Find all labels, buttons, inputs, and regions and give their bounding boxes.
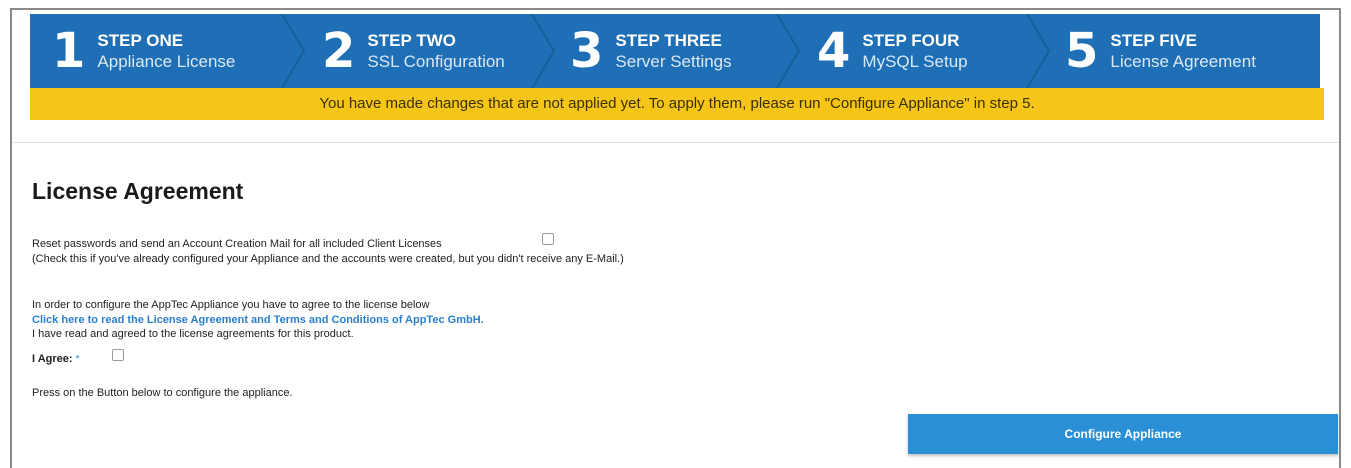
- step-subtitle: License Agreement: [1110, 51, 1256, 71]
- step-separator: [531, 14, 556, 88]
- step-number: 3: [570, 23, 604, 79]
- app-frame: 1 STEP ONE Appliance License 2 STEP TWO …: [10, 8, 1341, 468]
- wizard-steps-bar: 1 STEP ONE Appliance License 2 STEP TWO …: [30, 14, 1320, 88]
- press-button-text: Press on the Button below to configure t…: [32, 387, 293, 399]
- required-marker: *: [75, 354, 80, 365]
- wizard-step-3[interactable]: 3 STEP THREE Server Settings: [570, 14, 732, 88]
- step-title: STEP TWO: [367, 30, 456, 50]
- step-subtitle: SSL Configuration: [367, 51, 505, 71]
- license-intro-text: In order to configure the AppTec Applian…: [32, 299, 430, 311]
- agreed-text: I have read and agreed to the license ag…: [32, 328, 354, 340]
- step-number: 1: [52, 23, 86, 79]
- license-agreement-link[interactable]: Click here to read the License Agreement…: [32, 314, 484, 327]
- divider: [12, 142, 1339, 143]
- wizard-step-5[interactable]: 5 STEP FIVE License Agreement: [1065, 14, 1256, 88]
- step-title: STEP FIVE: [1110, 30, 1198, 50]
- step-number: 4: [817, 23, 851, 79]
- wizard-step-1[interactable]: 1 STEP ONE Appliance License: [52, 14, 235, 88]
- reset-passwords-label: Reset passwords and send an Account Crea…: [32, 238, 442, 250]
- wizard-step-2[interactable]: 2 STEP TWO SSL Configuration: [322, 14, 505, 88]
- reset-passwords-checkbox[interactable]: [542, 233, 554, 245]
- agree-label-text: I Agree:: [32, 353, 73, 365]
- reset-passwords-hint: (Check this if you've already configured…: [32, 253, 624, 265]
- page-title: License Agreement: [32, 178, 244, 204]
- unapplied-changes-banner: You have made changes that are not appli…: [30, 88, 1324, 120]
- step-number: 5: [1065, 23, 1099, 79]
- agree-checkbox[interactable]: [112, 349, 124, 361]
- configure-appliance-button[interactable]: Configure Appliance: [908, 414, 1338, 454]
- step-title: STEP FOUR: [862, 30, 960, 50]
- agree-label: I Agree: *: [32, 353, 80, 366]
- step-separator: [1026, 14, 1051, 88]
- step-subtitle: Server Settings: [615, 51, 732, 71]
- step-separator: [281, 14, 306, 88]
- step-title: STEP ONE: [97, 30, 184, 50]
- step-title: STEP THREE: [615, 30, 722, 50]
- wizard-step-4[interactable]: 4 STEP FOUR MySQL Setup: [817, 14, 968, 88]
- step-number: 2: [322, 23, 356, 79]
- step-subtitle: Appliance License: [97, 51, 236, 71]
- step-subtitle: MySQL Setup: [862, 51, 968, 71]
- step-separator: [776, 14, 801, 88]
